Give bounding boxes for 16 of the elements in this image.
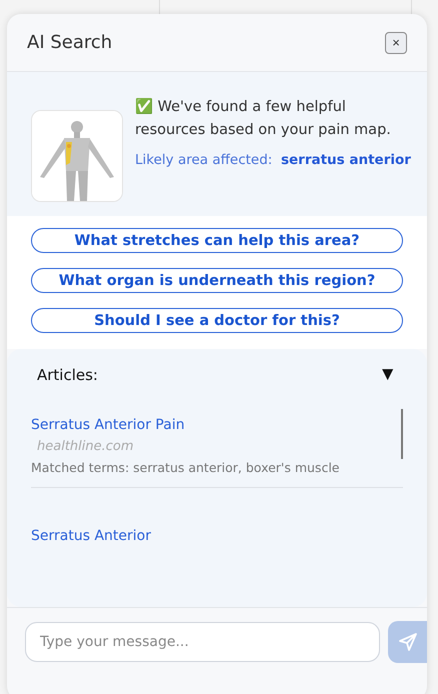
send-button[interactable]	[388, 621, 427, 663]
close-button[interactable]: ×	[385, 32, 407, 54]
collapse-toggle[interactable]: ▼	[378, 364, 397, 386]
articles-heading: Articles:	[37, 366, 98, 384]
article-source: healthline.com	[36, 439, 135, 454]
send-icon	[398, 632, 418, 652]
article-link[interactable]: Serratus Anterior Pain	[31, 417, 403, 433]
message-input[interactable]: Type your message...	[25, 622, 380, 662]
article-link[interactable]: Serratus Anterior	[31, 528, 403, 544]
likely-area-text: Likely area affected: serratus anterior	[135, 151, 411, 170]
suggestion-button[interactable]: What organ is underneath this region?	[31, 268, 403, 293]
panel-title: AI Search	[27, 32, 112, 53]
matched-terms: Matched terms: serratus anterior, boxer's muscle	[31, 460, 340, 475]
result-message: ✅ We've found a few helpful resources based on your pain map.	[135, 97, 392, 140]
suggestion-button[interactable]: What stretches can help this area?	[31, 228, 403, 253]
suggestion-button[interactable]: Should I see a doctor for this?	[31, 308, 403, 333]
